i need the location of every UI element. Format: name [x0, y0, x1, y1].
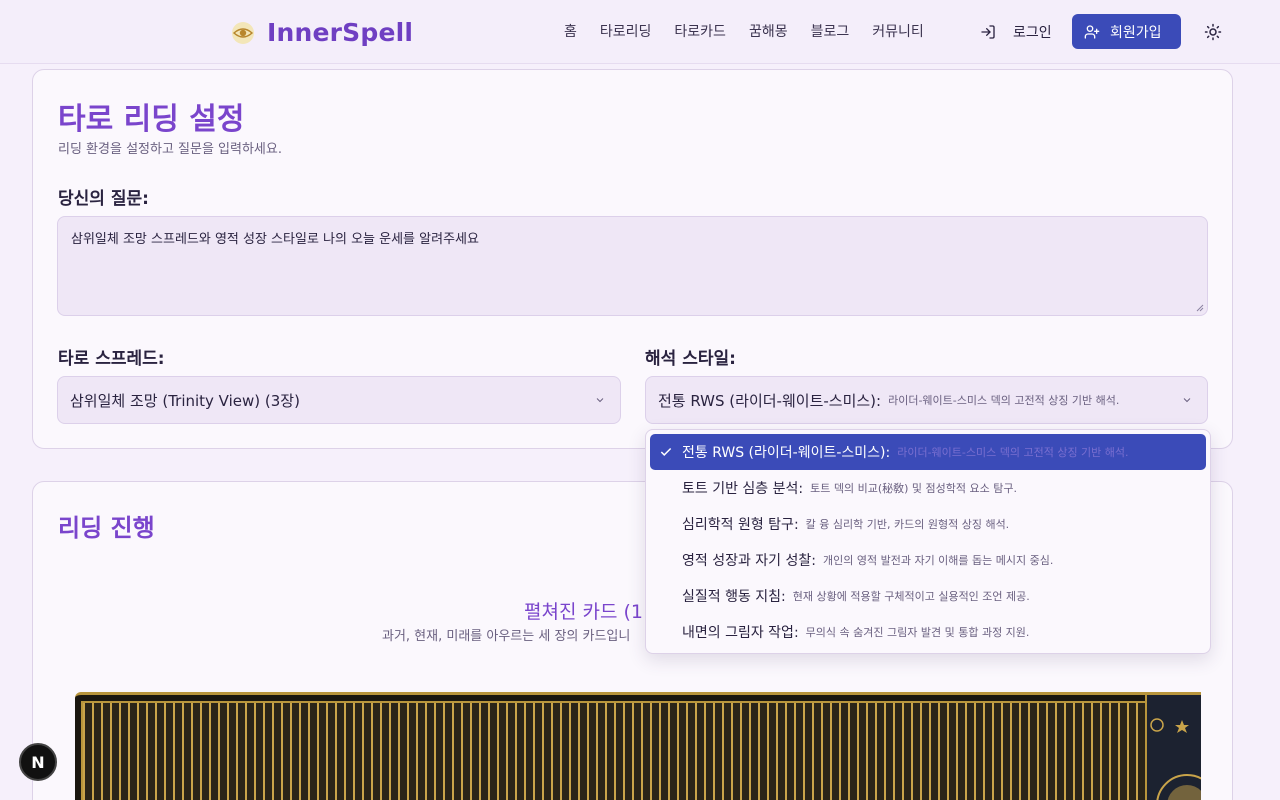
user-plus-icon [1084, 24, 1100, 39]
nav-tarot-cards[interactable]: 타로카드 [674, 22, 726, 42]
style-option-shadow[interactable]: 내면의 그림자 작업: 무의식 속 숨겨진 그림자 발견 및 통합 과정 지원. [650, 614, 1206, 650]
settings-title: 타로 리딩 설정 [58, 102, 245, 137]
style-option-practical[interactable]: 실질적 행동 지침: 현재 상황에 적용할 구체적이고 실용적인 조언 제공. [650, 578, 1206, 614]
nav-home[interactable]: 홈 [564, 22, 577, 42]
nav-blog[interactable]: 블로그 [811, 22, 850, 42]
option-desc: 토트 덱의 비교(秘敎) 및 점성학적 요소 탐구. [810, 482, 1017, 495]
style-label: 해석 스타일: [645, 349, 736, 369]
spread-select[interactable]: 삼위일체 조망 (Trinity View) (3장) [57, 376, 621, 424]
main-nav: 홈 타로리딩 타로카드 꿈해몽 블로그 커뮤니티 [564, 22, 947, 42]
question-text: 삼위일체 조망 스프레드와 영적 성장 스타일로 나의 오늘 운세를 알려주세요 [71, 232, 479, 247]
option-desc: 현재 상황에 적용할 구체적이고 실용적인 조언 제공. [792, 590, 1030, 603]
nav-community[interactable]: 커뮤니티 [872, 22, 924, 42]
progress-title: 리딩 진행 [58, 514, 155, 542]
option-desc: 무의식 속 숨겨진 그림자 발견 및 통합 과정 지원. [805, 626, 1030, 639]
style-option-thoth[interactable]: 토트 기반 심층 분석: 토트 덱의 비교(秘敎) 및 점성학적 요소 탐구. [650, 470, 1206, 506]
option-desc: 개인의 영적 발전과 자기 이해를 돕는 메시지 중심. [823, 554, 1054, 567]
card-deck[interactable] [75, 692, 1201, 800]
style-option-spiritual[interactable]: 영적 성장과 자기 성찰: 개인의 영적 발전과 자기 이해를 돕는 메시지 중… [650, 542, 1206, 578]
spread-select-value: 삼위일체 조망 (Trinity View) (3장) [70, 391, 300, 410]
question-label: 당신의 질문: [58, 189, 149, 209]
deck-card-backs [81, 701, 1201, 800]
style-dropdown-menu: 전통 RWS (라이더-웨이트-스미스): 라이더-웨이트-스미스 덱의 고전적… [645, 429, 1211, 654]
question-textarea[interactable]: 삼위일체 조망 스프레드와 영적 성장 스타일로 나의 오늘 운세를 알려주세요 [57, 216, 1208, 316]
check-icon [660, 447, 672, 456]
style-option-archetype[interactable]: 심리학적 원형 탐구: 칼 융 심리학 기반, 카드의 원형적 상징 해석. [650, 506, 1206, 542]
option-label: 토트 기반 심층 분석: [682, 481, 804, 497]
style-select-desc: 라이더-웨이트-스미스 덱의 고전적 상징 기반 해석. [888, 394, 1120, 407]
dev-badge[interactable]: N [19, 743, 57, 781]
spread-description: 과거, 현재, 미래를 아우르는 세 장의 카드입니 [382, 629, 631, 644]
login-icon [981, 25, 995, 39]
spread-label: 타로 스프레드: [58, 349, 165, 369]
chevron-down-icon [1183, 398, 1191, 403]
reading-settings-card: 타로 리딩 설정 리딩 환경을 설정하고 질문을 입력하세요. 당신의 질문: … [32, 69, 1233, 449]
eye-logo-icon [232, 21, 254, 44]
deck-sun-art [1145, 695, 1201, 800]
settings-subtitle: 리딩 환경을 설정하고 질문을 입력하세요. [58, 142, 282, 157]
login-button[interactable]: 로그인 [980, 22, 1052, 42]
logo[interactable]: InnerSpell [231, 18, 413, 47]
resize-grip-icon[interactable] [1196, 304, 1204, 312]
option-label: 심리학적 원형 탐구: [682, 517, 799, 533]
option-desc: 칼 융 심리학 기반, 카드의 원형적 상징 해석. [805, 518, 1010, 531]
style-select-value: 전통 RWS (라이더-웨이트-스미스): [658, 391, 882, 410]
chevron-down-icon [596, 398, 604, 403]
signup-button[interactable]: 회원가입 [1072, 14, 1181, 49]
style-option-rws[interactable]: 전통 RWS (라이더-웨이트-스미스): 라이더-웨이트-스미스 덱의 고전적… [650, 434, 1206, 470]
sun-icon[interactable] [1204, 23, 1222, 41]
option-label: 내면의 그림자 작업: [682, 625, 799, 641]
spread-heading: 펼쳐진 카드 (1 [524, 601, 643, 623]
option-label: 전통 RWS (라이더-웨이트-스미스): [682, 445, 891, 461]
nav-tarot-reading[interactable]: 타로리딩 [600, 22, 652, 42]
login-label: 로그인 [1013, 25, 1052, 41]
style-select[interactable]: 전통 RWS (라이더-웨이트-스미스): 라이더-웨이트-스미스 덱의 고전적… [645, 376, 1208, 424]
signup-label: 회원가입 [1110, 24, 1162, 41]
nav-dream[interactable]: 꿈해몽 [749, 22, 788, 42]
option-desc: 라이더-웨이트-스미스 덱의 고전적 상징 기반 해석. [897, 446, 1129, 459]
site-header: InnerSpell 홈 타로리딩 타로카드 꿈해몽 블로그 커뮤니티 로그인 … [0, 0, 1280, 64]
option-label: 실질적 행동 지침: [682, 589, 786, 605]
option-label: 영적 성장과 자기 성찰: [682, 553, 816, 569]
logo-text: InnerSpell [267, 18, 414, 47]
